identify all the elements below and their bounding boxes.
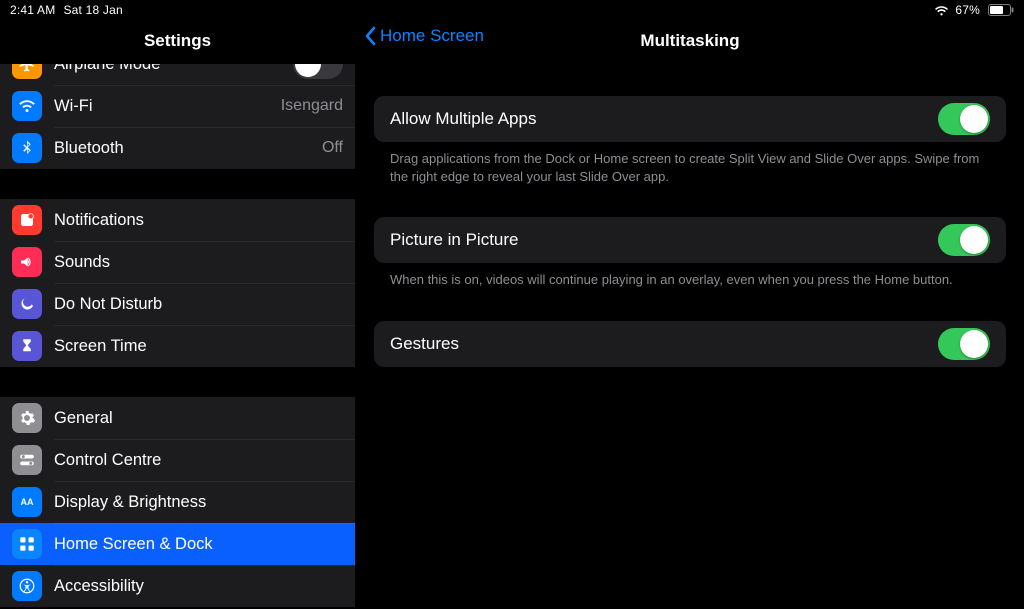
- sidebar-group: General Control Centre AA Display & Brig…: [0, 396, 355, 608]
- gestures-toggle[interactable]: [938, 328, 990, 360]
- back-label: Home Screen: [380, 26, 484, 46]
- wifi-icon: [12, 91, 42, 121]
- sidebar-item-label: Screen Time: [54, 337, 343, 356]
- sidebar-item-display-brightness[interactable]: AA Display & Brightness: [0, 481, 355, 523]
- sidebar-item-label: Display & Brightness: [54, 493, 343, 512]
- sidebar-item-wifi[interactable]: Wi-Fi Isengard: [0, 85, 355, 127]
- status-bar: 2:41 AM Sat 18 Jan 67%: [0, 0, 1024, 20]
- hourglass-icon: [12, 331, 42, 361]
- sidebar-item-notifications[interactable]: Notifications: [0, 199, 355, 241]
- notifications-icon: [12, 205, 42, 235]
- cell-allow-multiple-apps: Allow Multiple Apps: [374, 96, 1006, 142]
- sidebar-item-control-centre[interactable]: Control Centre: [0, 439, 355, 481]
- sidebar-item-home-screen-dock[interactable]: Home Screen & Dock: [0, 523, 355, 565]
- accessibility-icon: [12, 571, 42, 601]
- sidebar-item-sounds[interactable]: Sounds: [0, 241, 355, 283]
- cell-footer: When this is on, videos will continue pl…: [374, 263, 1006, 289]
- cell-label: Picture in Picture: [390, 230, 938, 250]
- battery-percent: 67%: [955, 3, 980, 17]
- detail-pane: Home Screen Multitasking Allow Multiple …: [356, 0, 1024, 609]
- cell-picture-in-picture: Picture in Picture: [374, 217, 1006, 263]
- picture-in-picture-toggle[interactable]: [938, 224, 990, 256]
- sidebar-item-label: Accessibility: [54, 577, 343, 596]
- sidebar-item-label: General: [54, 409, 343, 428]
- sidebar-item-bluetooth[interactable]: Bluetooth Off: [0, 127, 355, 169]
- toggles-icon: [12, 445, 42, 475]
- sounds-icon: [12, 247, 42, 277]
- status-date: Sat 18 Jan: [63, 3, 122, 17]
- grid-icon: [12, 529, 42, 559]
- wifi-status-icon: [934, 5, 949, 16]
- sidebar-item-label: Do Not Disturb: [54, 295, 343, 314]
- cell-label: Gestures: [390, 334, 938, 354]
- sidebar-item-do-not-disturb[interactable]: Do Not Disturb: [0, 283, 355, 325]
- cell-label: Allow Multiple Apps: [390, 109, 938, 129]
- battery-icon: [986, 4, 1014, 16]
- sidebar-item-detail: Off: [322, 139, 343, 157]
- cell-gestures: Gestures: [374, 321, 1006, 367]
- sidebar-item-detail: Isengard: [281, 97, 343, 115]
- sidebar-item-airplane-mode[interactable]: Airplane Mode: [0, 64, 355, 85]
- allow-multiple-apps-toggle[interactable]: [938, 103, 990, 135]
- sidebar-item-label: Bluetooth: [54, 139, 322, 158]
- detail-title: Multitasking: [640, 31, 739, 51]
- sidebar-item-label: Airplane Mode: [54, 64, 293, 74]
- sidebar-item-label: Home Screen & Dock: [54, 535, 343, 554]
- airplane-icon: [12, 64, 42, 79]
- gear-icon: [12, 403, 42, 433]
- sidebar-group: Airplane Mode Wi-Fi Isengard: [0, 64, 355, 170]
- sidebar-item-label: Notifications: [54, 211, 343, 230]
- sidebar-group: Notifications Sounds Do Not Disturb: [0, 198, 355, 368]
- chevron-left-icon: [364, 26, 376, 46]
- sidebar-item-screen-time[interactable]: Screen Time: [0, 325, 355, 367]
- sidebar-item-label: Control Centre: [54, 451, 343, 470]
- cell-footer: Drag applications from the Dock or Home …: [374, 142, 1006, 185]
- moon-icon: [12, 289, 42, 319]
- sidebar-item-general[interactable]: General: [0, 397, 355, 439]
- bluetooth-icon: [12, 133, 42, 163]
- back-button[interactable]: Home Screen: [364, 26, 484, 46]
- svg-text:AA: AA: [21, 497, 34, 507]
- sidebar-scroll[interactable]: Airplane Mode Wi-Fi Isengard: [0, 64, 355, 609]
- sidebar-item-label: Sounds: [54, 253, 343, 272]
- settings-sidebar: Settings Airplane Mode: [0, 0, 356, 609]
- sidebar-item-label: Wi-Fi: [54, 97, 281, 116]
- airplane-toggle[interactable]: [293, 64, 343, 79]
- status-time: 2:41 AM: [10, 3, 55, 17]
- sidebar-item-accessibility[interactable]: Accessibility: [0, 565, 355, 607]
- brightness-icon: AA: [12, 487, 42, 517]
